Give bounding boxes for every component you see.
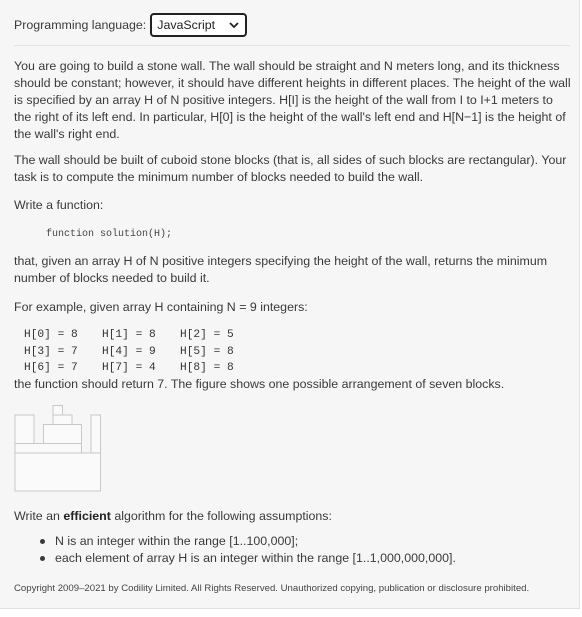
header-divider bbox=[14, 45, 570, 46]
example-array-row: H[0] = 8 H[1] = 8 H[2] = 5 bbox=[24, 327, 258, 344]
wall-block bbox=[14, 414, 35, 444]
wall-block bbox=[52, 414, 73, 425]
chevron-down-icon bbox=[229, 22, 239, 29]
task-paragraph-blocks: The wall should be built of cuboid stone… bbox=[14, 153, 567, 184]
language-label: Programming language: bbox=[14, 18, 147, 32]
array-cell: H[1] = 8 bbox=[102, 329, 156, 341]
task-paragraph-assumptions-intro: Write an efficient algorithm for the fol… bbox=[14, 508, 332, 525]
array-cell: H[8] = 8 bbox=[180, 362, 234, 374]
language-selector-row: Programming language: JavaScript bbox=[14, 12, 248, 38]
language-select[interactable]: JavaScript bbox=[150, 13, 248, 37]
efficient-keyword: efficient bbox=[63, 509, 111, 523]
array-cell: H[5] = 8 bbox=[180, 345, 234, 358]
assumptions-suffix: algorithm for the following assumptions: bbox=[110, 509, 332, 523]
assumption-text: each element of array H is an integer wi… bbox=[55, 551, 456, 565]
wall-blocks-figure bbox=[14, 405, 101, 492]
task-paragraph-intro: You are going to build a stone wall. The… bbox=[14, 59, 571, 141]
bullet-icon bbox=[40, 556, 45, 561]
example-array-row: H[3] = 7 H[4] = 9 H[5] = 8 bbox=[24, 344, 258, 361]
task-panel: Programming language: JavaScript You are… bbox=[0, 0, 580, 609]
assumptions-prefix: Write an bbox=[14, 509, 64, 523]
assumptions-list: N is an integer within the range [1..100… bbox=[40, 533, 456, 567]
array-cell: H[3] = 7 bbox=[24, 345, 78, 358]
assumption-text: N is an integer within the range [1..100… bbox=[55, 534, 299, 548]
wall-block bbox=[52, 405, 63, 416]
array-cell: H[7] = 4 bbox=[102, 362, 156, 374]
list-item: each element of array H is an integer wi… bbox=[40, 550, 456, 567]
example-array-row: H[6] = 7 H[7] = 4 H[8] = 8 bbox=[24, 360, 258, 377]
array-cell: H[2] = 5 bbox=[180, 329, 234, 341]
list-item: N is an integer within the range [1..100… bbox=[40, 533, 456, 550]
function-signature: function solution(H); bbox=[46, 229, 173, 240]
array-cell: H[6] = 7 bbox=[24, 362, 78, 374]
copyright-notice: Copyright 2009–2021 by Codility Limited.… bbox=[14, 583, 530, 594]
bullet-icon bbox=[40, 539, 45, 544]
wall-block bbox=[14, 443, 82, 454]
example-array: H[0] = 8 H[1] = 8 H[2] = 5 H[3] = 7 H[4]… bbox=[24, 327, 258, 377]
wall-block bbox=[43, 424, 82, 444]
language-select-value: JavaScript bbox=[157, 18, 216, 32]
task-paragraph-example: For example, given array H containing N … bbox=[14, 300, 308, 314]
task-paragraph-returns: that, given an array H of N positive int… bbox=[14, 254, 548, 285]
array-cell: H[4] = 9 bbox=[102, 345, 156, 358]
task-paragraph-result: the function should return 7. The figure… bbox=[14, 377, 505, 391]
wall-block bbox=[14, 452, 101, 492]
task-paragraph-write-function: Write a function: bbox=[14, 198, 104, 212]
wall-block bbox=[90, 414, 101, 454]
array-cell: H[0] = 8 bbox=[24, 329, 78, 341]
